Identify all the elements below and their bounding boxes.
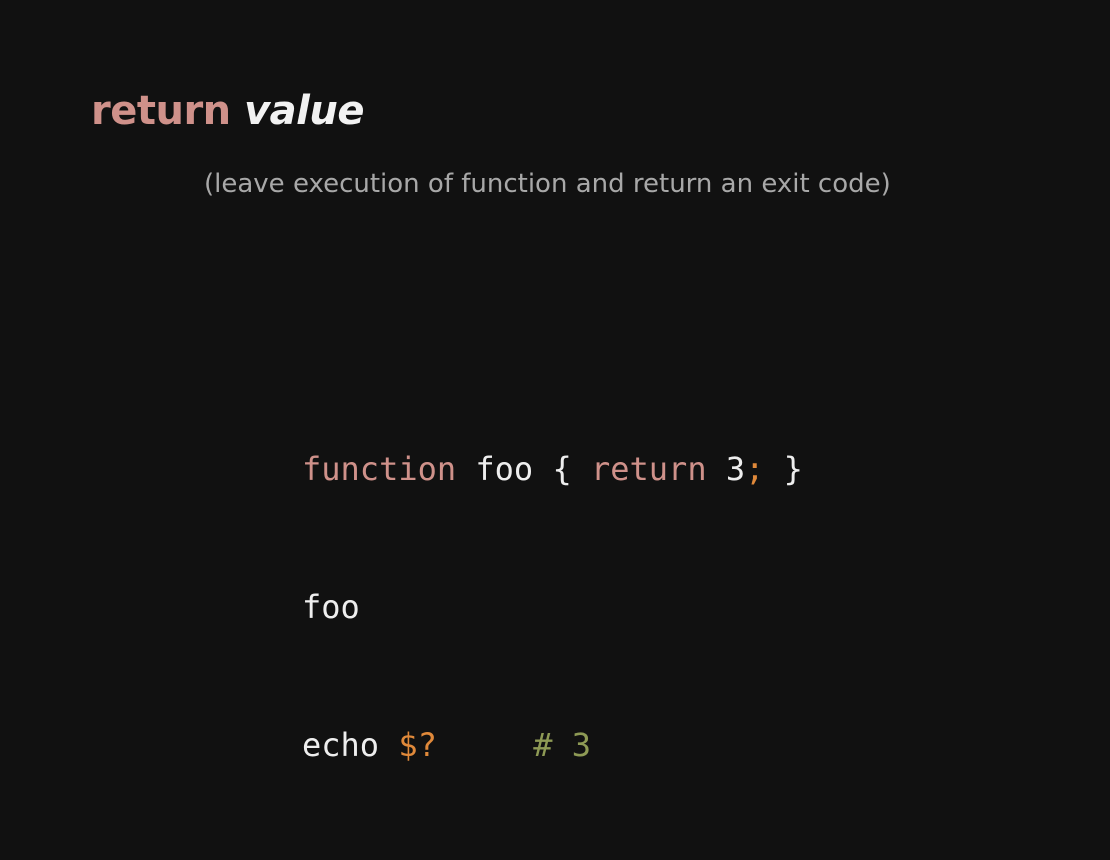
code-function-call: foo	[302, 588, 360, 626]
code-spacer	[437, 726, 533, 764]
title-argument: value	[244, 88, 364, 134]
code-keyword-return: return	[590, 450, 707, 488]
code-function-name: foo {	[456, 450, 591, 488]
slide-title: return value	[91, 88, 364, 134]
title-keyword: return	[91, 88, 231, 134]
code-echo-command: echo	[302, 726, 399, 764]
code-close-brace: }	[764, 450, 803, 488]
code-line-1: function foo { return 3; }	[302, 446, 803, 492]
code-line-3: echo $? # 3	[302, 722, 803, 768]
slide: return value (leave execution of functio…	[0, 0, 1110, 764]
code-block: function foo { return 3; } foo echo $? #…	[302, 354, 803, 860]
code-return-value: 3	[706, 450, 746, 488]
code-line-2: foo	[302, 584, 803, 630]
code-semicolon: ;	[745, 450, 765, 488]
code-comment: # 3	[533, 726, 591, 764]
code-exit-status-variable: $?	[398, 726, 437, 764]
code-keyword-function: function	[302, 450, 457, 488]
slide-subtitle: (leave execution of function and return …	[204, 169, 891, 199]
